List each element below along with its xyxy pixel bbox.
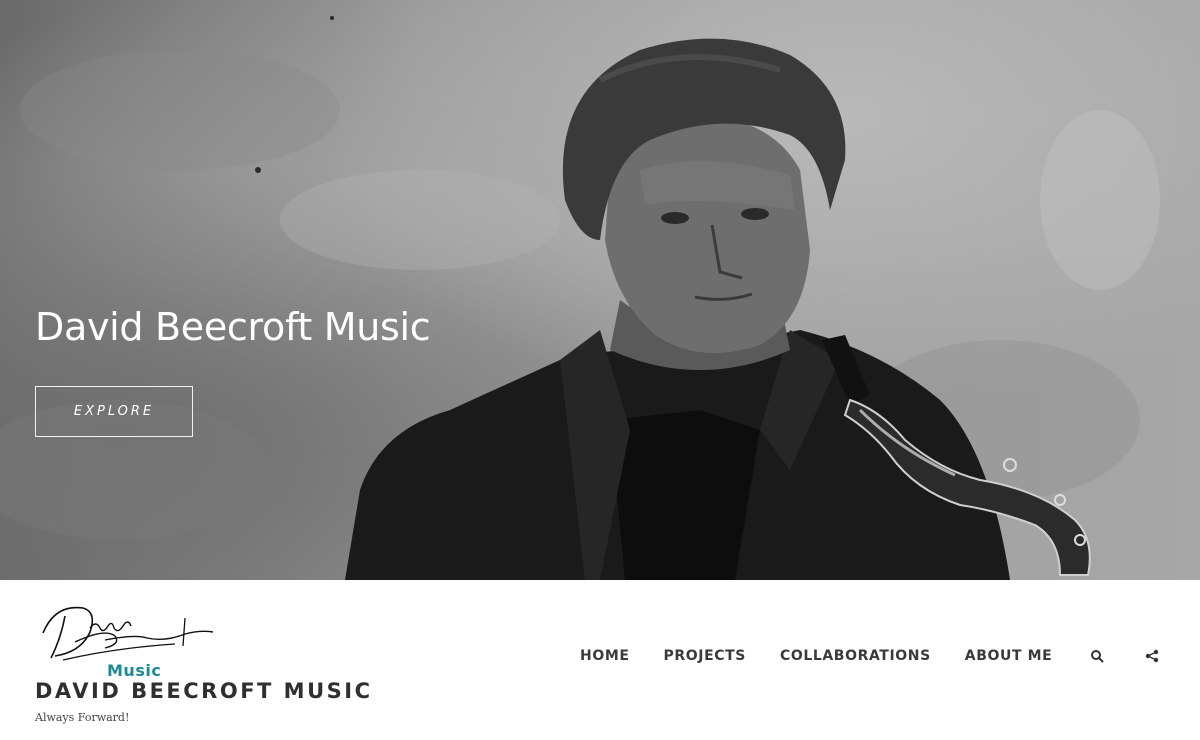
site-name[interactable]: DAVID BEECROFT MUSIC [35, 679, 372, 703]
hero-photo [0, 16, 1160, 580]
nav-collaborations[interactable]: COLLABORATIONS [780, 648, 931, 664]
nav-projects[interactable]: PROJECTS [664, 648, 746, 664]
nav-home[interactable]: HOME [580, 648, 630, 664]
share-icon [1146, 649, 1159, 663]
hero-banner: David Beecroft Music EXPLORE [0, 0, 1200, 580]
logo-music-word: Music [107, 661, 162, 680]
logo-script [42, 606, 214, 661]
site-header: Music DAVID BEECROFT MUSIC Always Forwar… [0, 580, 1200, 740]
search-button[interactable] [1090, 649, 1104, 663]
main-nav: HOME PROJECTS COLLABORATIONS ABOUT ME [580, 646, 1159, 666]
nav-about-me[interactable]: ABOUT ME [965, 648, 1053, 664]
explore-button[interactable]: EXPLORE [35, 386, 193, 437]
share-button[interactable] [1145, 649, 1159, 663]
hero-title: David Beecroft Music [35, 305, 431, 349]
search-icon [1091, 650, 1104, 663]
site-logo[interactable]: Music [35, 598, 215, 680]
site-tagline: Always Forward! [35, 711, 130, 724]
